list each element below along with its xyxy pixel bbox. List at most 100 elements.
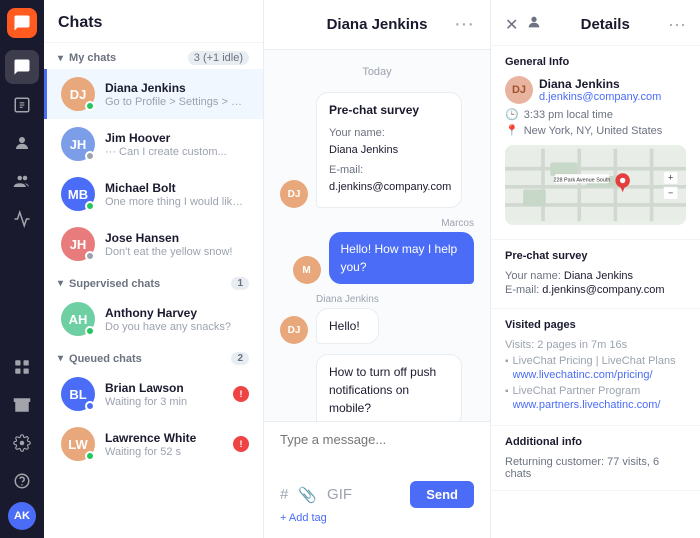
nav-analytics[interactable] (5, 202, 39, 236)
msg-question-row: DJ How to turn off push notifications on… (280, 354, 474, 421)
chat-preview-jim: ··· Can I create custom... (105, 146, 249, 158)
survey-name-row: Your name: Diana Jenkins (505, 270, 686, 282)
user-avatar[interactable]: AK (8, 502, 36, 530)
chat-name-michael: Michael Bolt (105, 181, 249, 195)
chat-item-jim[interactable]: JH Jim Hoover ··· Can I create custom... (44, 119, 263, 169)
info-time-row: 🕒 3:33 pm local time (505, 108, 686, 121)
chat-preview-jose: Don't eat the yellow snow! (105, 246, 249, 258)
section-queued[interactable]: ▾ Queued chats 2 (44, 344, 263, 369)
msg-bubble-wrap-hello-out: Marcos Hello! How may I help you? (329, 218, 475, 284)
visited-page-2-title: LiveChat Partner Program (513, 385, 661, 397)
svg-text:+: + (668, 172, 673, 182)
survey-name-value: Diana Jenkins (564, 270, 633, 282)
nav-team[interactable] (5, 164, 39, 198)
attach-icon[interactable]: 📎 (298, 486, 317, 504)
chat-item-brian[interactable]: BL Brian Lawson Waiting for 3 min ! (44, 369, 263, 419)
details-close-button[interactable]: ✕ (505, 15, 518, 35)
map-container: + − 228 Park Avenue South (505, 145, 686, 225)
visited-page-1: LiveChat Pricing | LiveChat Plans www.li… (513, 355, 676, 385)
chat-preview-brian: Waiting for 3 min (105, 396, 223, 408)
chat-avatar-jose: JH (61, 227, 95, 261)
chat-options-button[interactable]: ··· (454, 13, 474, 36)
section-my-chats[interactable]: ▾ My chats 3 (+1 idle) (44, 43, 263, 69)
details-header: ✕ Details ··· (491, 0, 700, 46)
details-options-button[interactable]: ··· (668, 14, 686, 35)
msg-bubble-hello-in: Hello! (316, 308, 379, 344)
visited-page-2-url[interactable]: www.partners.livechatinc.com/ (513, 399, 661, 411)
chat-header-name: Diana Jenkins (327, 16, 428, 33)
chat-item-lawrence[interactable]: LW Lawrence White Waiting for 52 s ! (44, 419, 263, 469)
date-divider: Today (280, 66, 474, 78)
visited-pages-section: Visited pages Visits: 2 pages in 7m 16s … (491, 309, 700, 426)
visited-page-1-row: ▪ LiveChat Pricing | LiveChat Plans www.… (505, 355, 686, 385)
survey-email-row: E-mail: d.jenkins@company.com (505, 284, 686, 296)
msg-avatar-survey: DJ (280, 180, 308, 208)
chat-list-panel: Chats ▾ My chats 3 (+1 idle) DJ Diana Je… (44, 0, 264, 538)
nav-archive[interactable] (5, 388, 39, 422)
section-my-chats-label: My chats (69, 52, 116, 64)
chat-info-lawrence: Lawrence White Waiting for 52 s (105, 431, 223, 458)
general-info-email[interactable]: d.jenkins@company.com (539, 91, 661, 103)
chat-list-title: Chats (44, 0, 263, 43)
chat-input-icons: # 📎 GIF (280, 486, 352, 504)
nav-chat[interactable] (5, 50, 39, 84)
nav-help[interactable] (5, 464, 39, 498)
pre-chat-survey-section: Pre-chat survey Your name: Diana Jenkins… (491, 240, 700, 309)
lawrence-badge: ! (233, 436, 249, 452)
msg-bubble-wrap-hello-in: Diana Jenkins Hello! (316, 294, 379, 344)
chat-avatar-jim: JH (61, 127, 95, 161)
msg-bubble-wrap-question: How to turn off push notifications on mo… (316, 354, 462, 421)
chat-toolbar: # 📎 GIF Send (280, 481, 474, 508)
supervised-badge: 1 (231, 277, 249, 290)
clock-icon: 🕒 (505, 108, 519, 121)
nav-settings[interactable] (5, 426, 39, 460)
brian-badge: ! (233, 386, 249, 402)
chat-name-diana: Diana Jenkins (105, 81, 249, 95)
additional-info-text: Returning customer: 77 visits, 6 chats (505, 456, 686, 480)
section-supervised[interactable]: ▾ Supervised chats 1 (44, 269, 263, 294)
message-input[interactable] (280, 432, 474, 472)
additional-info-title: Additional info (505, 436, 686, 448)
chat-item-michael[interactable]: MB Michael Bolt One more thing I would l… (44, 169, 263, 219)
survey-field-email-value: d.jenkins@company.com (329, 179, 449, 196)
survey-title: Pre-chat survey (329, 101, 449, 119)
details-panel: ✕ Details ··· General Info DJ Diana Jenk… (490, 0, 700, 538)
nav-contacts[interactable] (5, 126, 39, 160)
chat-info-jose: Jose Hansen Don't eat the yellow snow! (105, 231, 249, 258)
send-button[interactable]: Send (410, 481, 474, 508)
location-icon: 📍 (505, 124, 519, 137)
chat-info-jim: Jim Hoover ··· Can I create custom... (105, 131, 249, 158)
chat-info-diana: Diana Jenkins Go to Profile > Settings >… (105, 81, 249, 108)
details-header-left: ✕ (505, 14, 542, 35)
general-info-title: General Info (505, 56, 686, 68)
gif-icon[interactable]: GIF (327, 486, 352, 503)
survey-field-name-label: Your name: (329, 125, 449, 142)
chat-item-diana[interactable]: DJ Diana Jenkins Go to Profile > Setting… (44, 69, 263, 119)
chat-info-anthony: Anthony Harvey Do you have any snacks? (105, 306, 249, 333)
details-title: Details (581, 16, 630, 33)
general-info-name-block: Diana Jenkins d.jenkins@company.com (539, 77, 661, 103)
general-info-name-row: DJ Diana Jenkins d.jenkins@company.com (505, 76, 686, 104)
chat-preview-michael: One more thing I would like to a... (105, 196, 249, 208)
chat-item-anthony[interactable]: AH Anthony Harvey Do you have any snacks… (44, 294, 263, 344)
chat-main: Diana Jenkins ··· Today DJ Pre-chat surv… (264, 0, 490, 538)
chat-preview-anthony: Do you have any snacks? (105, 321, 249, 333)
chat-name-anthony: Anthony Harvey (105, 306, 249, 320)
visited-pages-title: Visited pages (505, 319, 686, 331)
chat-avatar-michael: MB (61, 177, 95, 211)
chat-item-jose[interactable]: JH Jose Hansen Don't eat the yellow snow… (44, 219, 263, 269)
msg-sender-diana1: Diana Jenkins (316, 294, 379, 305)
emoji-icon[interactable]: # (280, 486, 288, 503)
chat-preview-diana: Go to Profile > Settings > Pu... (105, 96, 249, 108)
nav-apps[interactable] (5, 350, 39, 384)
chat-preview-lawrence: Waiting for 52 s (105, 446, 223, 458)
survey-field-email-label: E-mail: (329, 162, 449, 179)
visited-page-1-url[interactable]: www.livechatinc.com/pricing/ (513, 369, 676, 381)
add-tag-link[interactable]: + Add tag (280, 508, 327, 528)
chat-input-area: # 📎 GIF Send + Add tag (264, 421, 490, 538)
section-supervised-label: Supervised chats (69, 278, 160, 290)
nav-reports[interactable] (5, 88, 39, 122)
info-location: New York, NY, United States (524, 125, 663, 137)
details-user-icon (526, 14, 542, 35)
info-time: 3:33 pm local time (524, 109, 613, 121)
